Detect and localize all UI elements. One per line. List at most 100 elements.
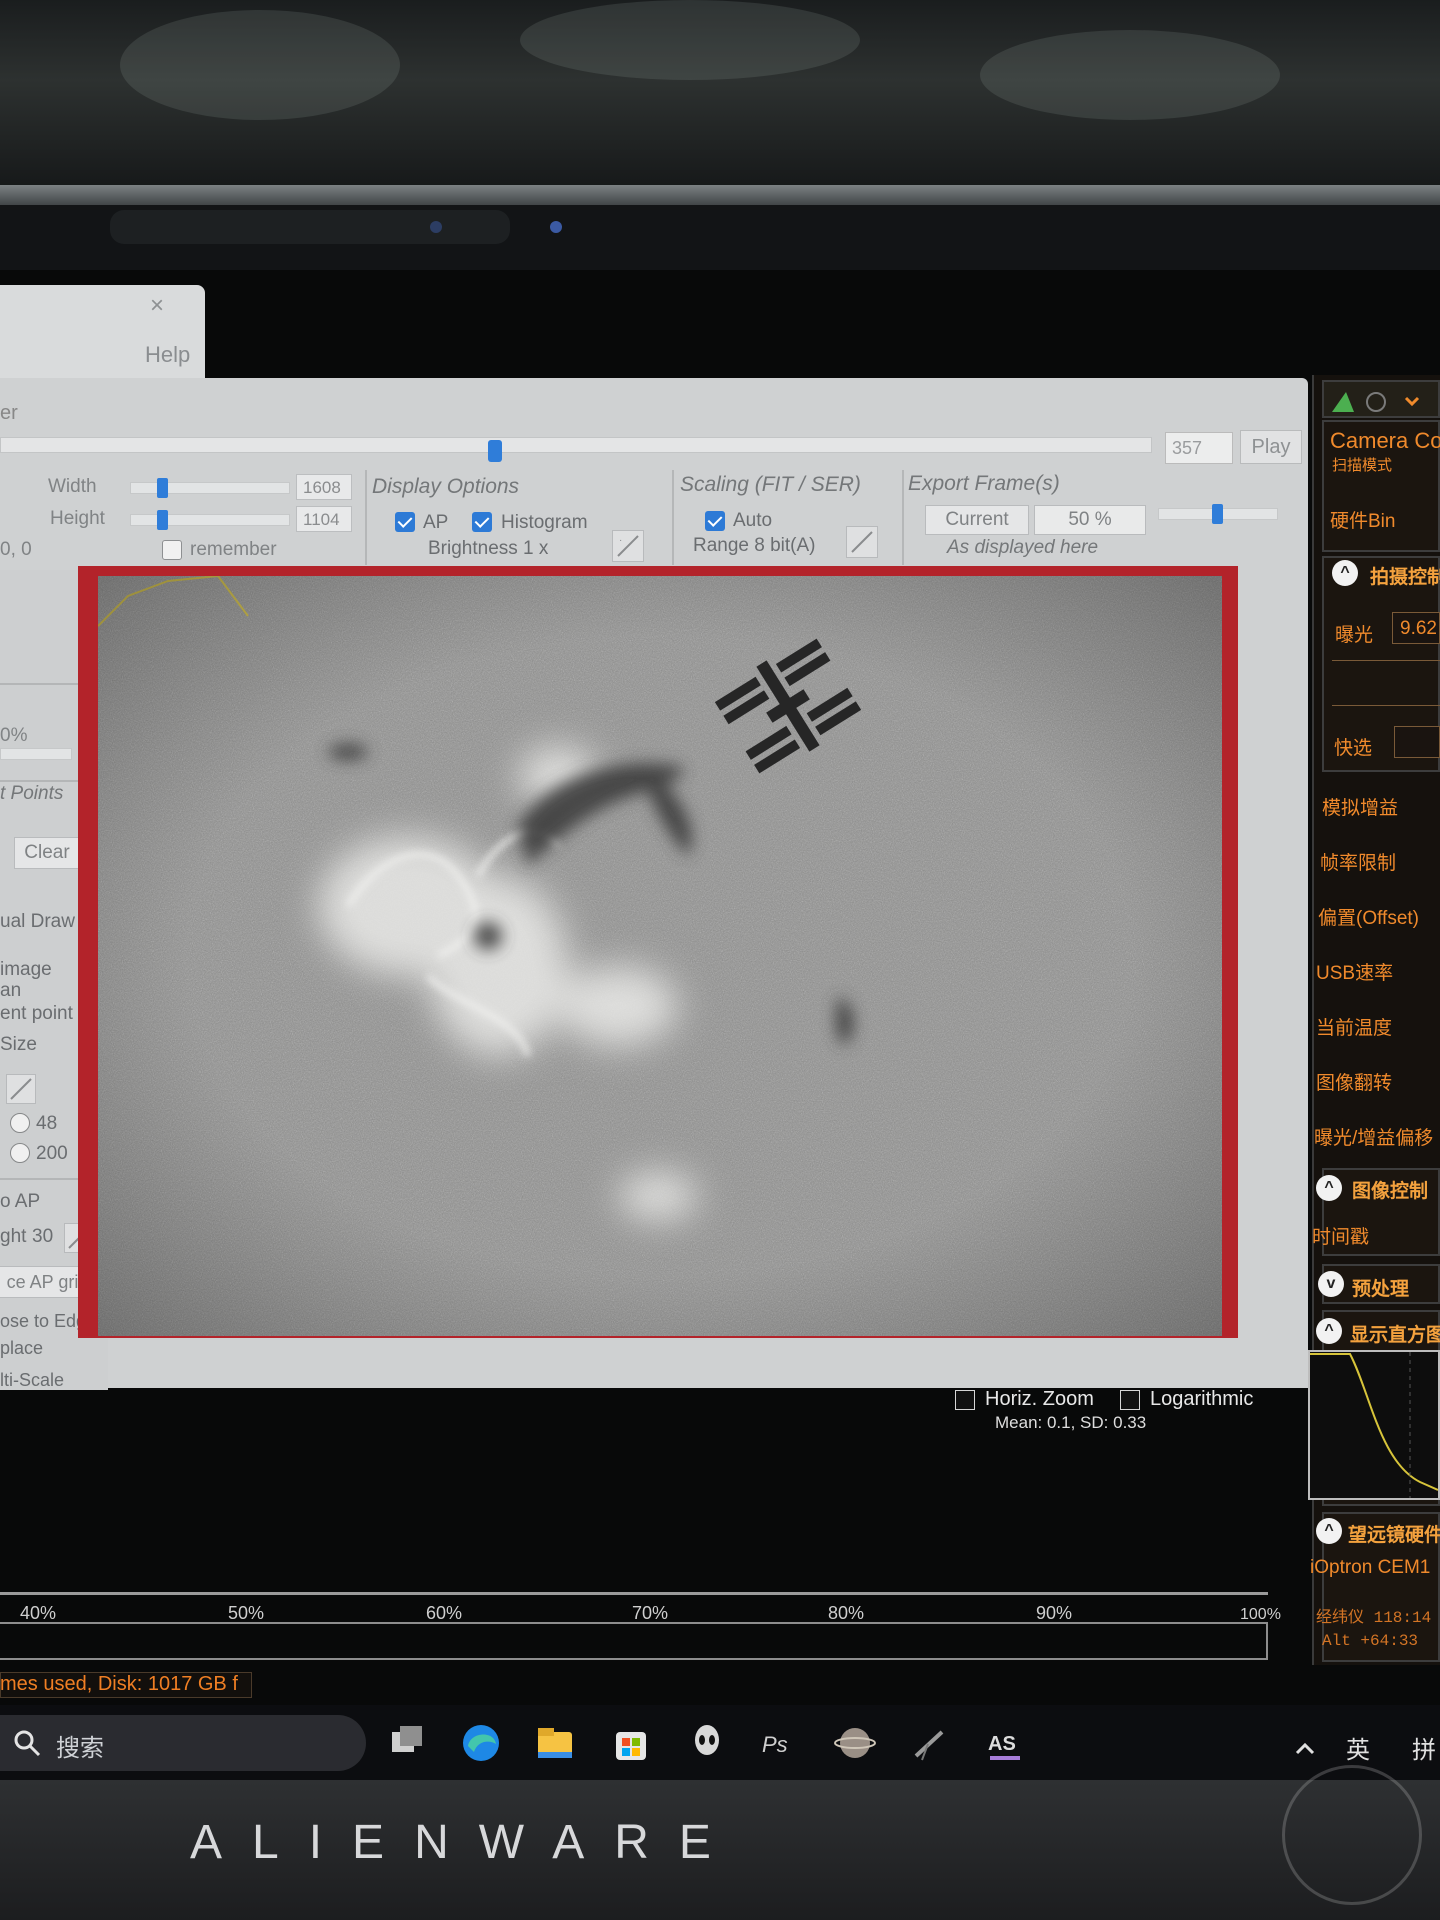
- play-button[interactable]: Play: [1240, 430, 1302, 464]
- collapse-icon[interactable]: ^: [1316, 1518, 1342, 1544]
- taskbar-search[interactable]: [0, 1715, 366, 1771]
- exposure-gain-offset-label: 曝光/增益偏移: [1314, 1128, 1434, 1149]
- scale-tick: 40%: [20, 1603, 57, 1623]
- webcam-sensor: [550, 221, 562, 233]
- remember-checkbox[interactable]: [162, 540, 182, 560]
- planet-app-icon[interactable]: [834, 1722, 876, 1764]
- manual-draw-label: ual Draw: [0, 911, 75, 932]
- close-icon[interactable]: ×: [150, 292, 164, 320]
- memory-scale-line: [0, 1592, 1268, 1595]
- brightness-reset-button[interactable]: ·: [612, 530, 644, 562]
- edge-icon[interactable]: [460, 1722, 502, 1764]
- ime-language[interactable]: 英: [1346, 1730, 1370, 1765]
- telescope-app-icon[interactable]: [908, 1722, 950, 1764]
- width-slider-thumb[interactable]: [157, 478, 168, 498]
- separator: [365, 470, 367, 565]
- divider: [0, 1178, 80, 1180]
- histogram-label: Histogram: [501, 512, 588, 533]
- frame-seek-slider[interactable]: [0, 437, 1152, 453]
- height-slider-thumb[interactable]: [157, 510, 168, 530]
- memory-usage-bar: [0, 1622, 1268, 1660]
- horiz-zoom-label: Horiz. Zoom: [985, 1388, 1094, 1410]
- ime-mode[interactable]: 拼: [1412, 1730, 1436, 1765]
- telescope-title: 望远镜硬件: [1348, 1525, 1440, 1546]
- app-icon[interactable]: Ps: [760, 1722, 802, 1764]
- size-200-radio[interactable]: [10, 1143, 30, 1163]
- divider: [0, 683, 80, 685]
- image-control-title: 图像控制: [1352, 1181, 1429, 1202]
- percent-slider[interactable]: [0, 748, 72, 760]
- height-field[interactable]: 1104: [296, 506, 352, 532]
- horiz-zoom-checkbox[interactable]: [955, 1390, 975, 1410]
- auto-scale-checkbox[interactable]: [705, 511, 725, 531]
- logarithmic-label: Logarithmic: [1150, 1388, 1254, 1410]
- coordinates-label: 经纬仪 118:14: [1316, 1609, 1432, 1627]
- brightness-label: Brightness 1 x: [428, 538, 549, 559]
- quick-select-label: 快选: [1334, 738, 1373, 759]
- svg-text:Ps: Ps: [762, 1732, 788, 1757]
- image-label: image: [0, 959, 52, 980]
- collapse-icon[interactable]: ^: [1316, 1175, 1342, 1201]
- separator: [672, 470, 674, 565]
- collapse-icon[interactable]: ^: [1316, 1318, 1342, 1344]
- separator: [902, 470, 904, 565]
- exposure-scale: [1332, 660, 1440, 661]
- search-icon: [14, 1730, 41, 1757]
- altitude-label: Alt +64:33: [1322, 1632, 1419, 1650]
- histogram-checkbox[interactable]: [472, 512, 492, 532]
- height-slider[interactable]: [130, 514, 290, 526]
- export-current-button[interactable]: Current: [925, 505, 1029, 535]
- display-options-title: Display Options: [372, 475, 520, 498]
- histogram-title: 显示直方图: [1350, 1325, 1440, 1346]
- multi-scale-label: lti-Scale: [0, 1370, 65, 1390]
- min-bright-label: ght: [0, 1226, 27, 1247]
- window-title: er: [0, 402, 18, 424]
- usb-speed-label: USB速率: [1316, 963, 1394, 984]
- temperature-label: 当前温度: [1316, 1018, 1393, 1039]
- width-field[interactable]: 1608: [296, 474, 352, 500]
- store-icon[interactable]: [610, 1722, 652, 1764]
- clear-button[interactable]: Clear: [14, 837, 80, 869]
- logarithmic-checkbox[interactable]: [1120, 1390, 1140, 1410]
- task-view-icon[interactable]: [386, 1722, 428, 1764]
- exposure-label: 曝光: [1335, 625, 1374, 646]
- size-label: Size: [0, 1034, 37, 1055]
- range-reset-button[interactable]: [846, 526, 878, 558]
- laptop-lid-edge: [0, 185, 1440, 207]
- solar-image[interactable]: [98, 576, 1222, 1336]
- svg-text:·: ·: [619, 535, 622, 546]
- frame-count-field[interactable]: 357: [1165, 432, 1233, 464]
- quick-select-dropdown[interactable]: [1394, 726, 1440, 758]
- ap-label: AP: [423, 512, 449, 533]
- frame-seek-thumb[interactable]: [488, 440, 502, 462]
- size-reset-button[interactable]: [6, 1074, 36, 1104]
- webcam-module: [110, 210, 562, 244]
- help-menu[interactable]: Help: [145, 342, 190, 368]
- timestamp-label: 时间戳: [1312, 1227, 1370, 1248]
- capture-control-title: 拍摄控制: [1370, 567, 1440, 588]
- width-slider[interactable]: [130, 482, 290, 494]
- file-explorer-icon[interactable]: [534, 1722, 576, 1764]
- collapse-icon[interactable]: ^: [1332, 560, 1358, 586]
- min-bright-value[interactable]: 30: [32, 1226, 53, 1248]
- brand-logo: ALIENWARE: [190, 1816, 741, 1869]
- analog-gain-label: 模拟增益: [1322, 798, 1399, 819]
- export-scale-thumb[interactable]: [1212, 504, 1223, 524]
- search-placeholder: 搜索: [56, 1735, 104, 1762]
- size-48-radio[interactable]: [10, 1113, 30, 1133]
- chevron-up-icon[interactable]: [1292, 1736, 1318, 1762]
- scale-tick: 90%: [1036, 1603, 1073, 1623]
- export-title: Export Frame(s): [908, 472, 1060, 495]
- chevron-down-icon[interactable]: v: [1318, 1271, 1344, 1297]
- background-reflection: [0, 0, 1440, 200]
- asi-icon[interactable]: AS: [984, 1722, 1026, 1764]
- export-scale-field[interactable]: 50 %: [1034, 505, 1146, 535]
- width-label: Width: [48, 476, 97, 497]
- ap-checkbox[interactable]: [395, 512, 415, 532]
- remember-label: remember: [190, 539, 277, 560]
- webcam-lens: [430, 221, 442, 233]
- mount-label: iOptron CEM1: [1310, 1557, 1431, 1578]
- alienware-icon[interactable]: [686, 1722, 728, 1764]
- scale-tick: 50%: [228, 1603, 265, 1623]
- auto-scale-label: Auto: [733, 510, 773, 531]
